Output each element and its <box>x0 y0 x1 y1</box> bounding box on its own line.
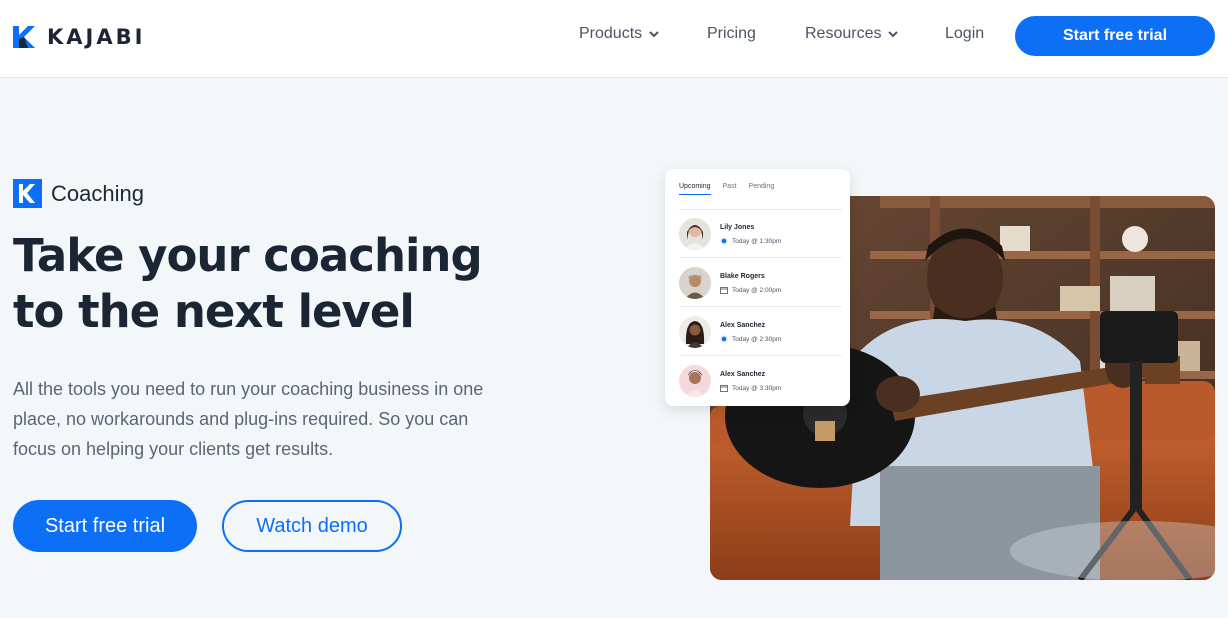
appointment-time: Today @ 2:30pm <box>732 335 782 343</box>
schedule-tabs: Upcoming Past Pending <box>679 183 774 195</box>
avatar <box>679 267 711 299</box>
kajabi-mark-icon <box>13 179 42 208</box>
divider <box>679 355 842 356</box>
hero-headline: Take your coaching to the next level <box>13 228 533 340</box>
appointment-time-row: Today @ 1:30pm <box>720 237 781 245</box>
badge-label: Coaching <box>51 180 144 206</box>
site-header: KAJABI Products Pricing Resources Login … <box>0 0 1228 78</box>
appointment-name: Alex Sanchez <box>720 322 766 329</box>
watch-demo-button[interactable]: Watch demo <box>222 500 402 552</box>
tab-upcoming[interactable]: Upcoming <box>679 183 711 195</box>
radio-dot-icon <box>720 237 728 245</box>
calendar-icon <box>720 287 728 294</box>
avatar <box>679 365 711 397</box>
kajabi-logo-icon <box>13 26 35 48</box>
divider <box>679 306 842 307</box>
appointment-name: Lily Jones <box>720 224 755 231</box>
appointment-item[interactable]: Lily Jones Today @ 1:30pm <box>679 210 842 258</box>
calendar-icon <box>720 385 728 392</box>
kajabi-logo[interactable]: KAJABI <box>13 25 145 49</box>
appointment-time-row: Today @ 2:00pm <box>720 286 781 294</box>
headline-line-1: Take your coaching <box>13 229 483 282</box>
divider <box>679 257 842 258</box>
nav-products[interactable]: Products <box>579 25 660 43</box>
nav-resources[interactable]: Resources <box>805 25 899 43</box>
appointment-item[interactable]: Alex Sanchez Today @ 2:30pm <box>679 308 842 356</box>
nav-pricing-label: Pricing <box>707 25 756 42</box>
nav-login-label: Login <box>945 25 985 42</box>
appointment-item[interactable]: Blake Rogers Today @ 2:00pm <box>679 259 842 307</box>
avatar <box>679 316 711 348</box>
header-start-trial-button[interactable]: Start free trial <box>1015 16 1215 56</box>
appointment-item[interactable]: Alex Sanchez Today @ 3:30pm <box>679 357 842 405</box>
chevron-down-icon <box>649 31 659 38</box>
avatar <box>679 218 711 250</box>
tab-past[interactable]: Past <box>723 183 737 195</box>
appointment-name: Alex Sanchez <box>720 371 766 378</box>
tab-pending[interactable]: Pending <box>749 183 775 195</box>
schedule-card: Upcoming Past Pending Lily Jones Today @… <box>665 169 850 406</box>
appointment-time: Today @ 1:30pm <box>732 237 782 245</box>
appointment-time: Today @ 2:00pm <box>732 286 782 294</box>
appointment-name: Blake Rogers <box>720 273 765 280</box>
brand-name: KAJABI <box>47 25 146 49</box>
nav-pricing[interactable]: Pricing <box>707 25 756 43</box>
coaching-badge: Coaching <box>13 179 144 208</box>
appointment-time-row: Today @ 3:30pm <box>720 384 781 392</box>
nav-resources-label: Resources <box>805 25 882 42</box>
chevron-down-icon <box>888 31 899 38</box>
nav-login[interactable]: Login <box>945 25 984 43</box>
hero-description: All the tools you need to run your coach… <box>13 379 484 459</box>
radio-dot-icon <box>720 335 728 343</box>
appointment-time: Today @ 3:30pm <box>732 384 782 392</box>
nav-products-label: Products <box>579 25 643 42</box>
headline-line-2: to the next level <box>13 285 415 338</box>
start-free-trial-button[interactable]: Start free trial <box>13 500 197 552</box>
appointment-time-row: Today @ 2:30pm <box>720 335 781 343</box>
